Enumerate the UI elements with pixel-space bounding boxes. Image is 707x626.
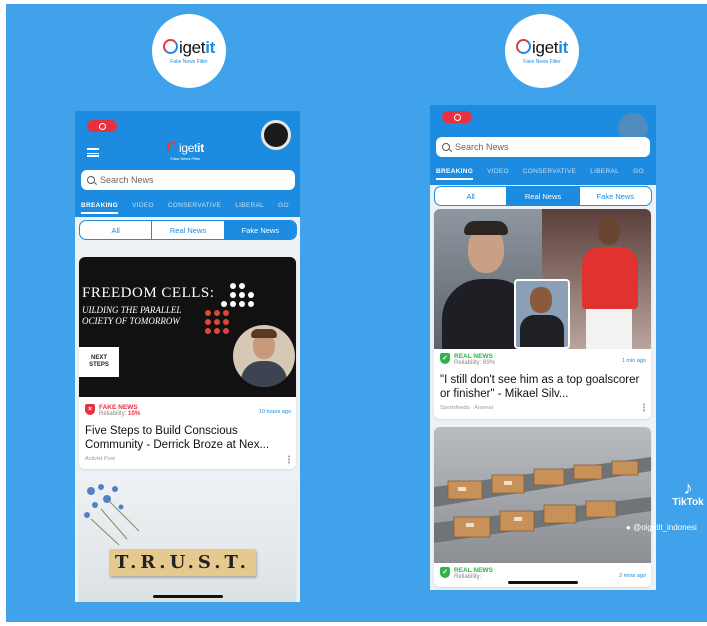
- category-tabs: BREAKING VIDEO CONSERVATIVE LIBERAL GO: [81, 202, 300, 214]
- record-indicator: [442, 111, 472, 123]
- brand-logo-right: igetit Fake News Filter: [505, 14, 579, 88]
- home-indicator: [153, 595, 223, 598]
- filter-real-news[interactable]: Real News: [507, 187, 580, 205]
- news-card[interactable]: T.R.U.S.T.: [79, 479, 296, 602]
- speaker-photo: [233, 325, 295, 387]
- brand-logo-left: igetit Fake News Filter: [152, 14, 226, 88]
- tab-conservative[interactable]: CONSERVATIVE: [523, 168, 576, 180]
- reliability-badge: ✓ REAL NEWS Reliability:: [440, 567, 493, 581]
- search-placeholder: Search News: [455, 142, 509, 152]
- more-options-icon[interactable]: [643, 403, 645, 412]
- tab-breaking[interactable]: BREAKING: [81, 202, 119, 214]
- filter-all[interactable]: All: [435, 187, 508, 205]
- brand-wordmark: igetit: [515, 38, 568, 58]
- news-card[interactable]: ✓ REAL NEWS Reliability: 69% 1 min ago "…: [434, 209, 651, 419]
- card-image: [434, 209, 651, 349]
- real-shield-icon: ✓: [440, 567, 450, 578]
- card-image: T.R.U.S.T.: [79, 479, 296, 602]
- tab-video[interactable]: VIDEO: [132, 202, 154, 214]
- filter-real-news[interactable]: Real News: [152, 221, 225, 239]
- reliability-text: Reliability:: [454, 574, 482, 580]
- inset-photo: [514, 279, 570, 349]
- news-card[interactable]: FREEDOM CELLS: UILDING THE PARALLEL OCIE…: [79, 257, 296, 469]
- search-icon: [87, 176, 95, 184]
- tiktok-icon: ♪: [683, 478, 693, 498]
- search-placeholder: Search News: [100, 175, 154, 185]
- news-filter: All Real News Fake News: [79, 220, 297, 240]
- news-card[interactable]: ✓ REAL NEWS Reliability: 2 mins ago: [434, 427, 651, 587]
- brand-tagline: Fake News Filter: [170, 58, 208, 65]
- user-icon: ●: [626, 523, 631, 532]
- headline[interactable]: "I still don't see him as a top goalscor…: [440, 373, 647, 401]
- header-logo: igetit Fake News Filter: [167, 141, 204, 161]
- tiles-word: T.R.U.S.T.: [109, 549, 256, 576]
- image-brand: NEXT STEPS: [89, 355, 109, 368]
- image-brand-box: NEXT STEPS: [79, 347, 119, 377]
- phone-right: Search News BREAKING VIDEO CONSERVATIVE …: [430, 105, 656, 590]
- phone-left: igetit Fake News Filter Search News BREA…: [75, 111, 300, 602]
- reliability-badge: ✓ REAL NEWS Reliability: 69%: [440, 353, 495, 367]
- headline[interactable]: Five Steps to Build Conscious Community …: [85, 424, 292, 452]
- filter-fake-news[interactable]: Fake News: [224, 221, 296, 239]
- source-label: Activist Post: [85, 456, 115, 462]
- app-header: Search News BREAKING VIDEO CONSERVATIVE …: [430, 105, 656, 185]
- category-tabs: BREAKING VIDEO CONSERVATIVE LIBERAL GO: [436, 168, 656, 180]
- menu-icon[interactable]: [87, 148, 99, 157]
- timestamp: 10 hours ago: [258, 409, 291, 415]
- camera-dot-icon: [261, 120, 291, 150]
- image-subtitle: UILDING THE PARALLEL: [82, 305, 182, 315]
- real-shield-icon: ✓: [440, 353, 450, 364]
- timestamp: 1 min ago: [621, 358, 646, 364]
- search-input[interactable]: Search News: [436, 137, 650, 157]
- record-indicator: [87, 120, 117, 132]
- image-title: FREEDOM CELLS:: [82, 285, 215, 301]
- more-options-icon[interactable]: [288, 455, 290, 464]
- news-filter: All Real News Fake News: [434, 186, 652, 206]
- brand-tagline: Fake News Filter: [523, 58, 561, 65]
- card-image: [434, 427, 651, 563]
- search-icon: [442, 143, 450, 151]
- tab-conservative[interactable]: CONSERVATIVE: [168, 202, 221, 214]
- filter-fake-news[interactable]: Fake News: [580, 187, 651, 205]
- tab-more[interactable]: GO: [633, 168, 644, 180]
- badge-label: FAKE NEWS: [99, 404, 138, 411]
- badge-label: REAL NEWS: [454, 567, 493, 574]
- reliability-badge: × FAKE NEWS Reliability: 10%: [85, 404, 140, 418]
- filter-all[interactable]: All: [80, 221, 153, 239]
- card-image: FREEDOM CELLS: UILDING THE PARALLEL OCIE…: [79, 257, 296, 397]
- search-input[interactable]: Search News: [81, 170, 295, 190]
- tiktok-label: TikTok: [672, 497, 704, 508]
- source-label: Sportsfeeda · Arsenal: [440, 405, 493, 411]
- fake-shield-icon: ×: [85, 404, 95, 415]
- tiktok-handle: ● @oigetit_indonesi: [626, 523, 697, 532]
- tab-video[interactable]: VIDEO: [487, 168, 509, 180]
- tab-liberal[interactable]: LIBERAL: [235, 202, 264, 214]
- tab-liberal[interactable]: LIBERAL: [590, 168, 619, 180]
- conveyor-graphic: [434, 457, 651, 543]
- app-header: igetit Fake News Filter Search News BREA…: [75, 111, 300, 217]
- trust-tiles: T.R.U.S.T.: [109, 549, 256, 576]
- promo-background: igetit Fake News Filter igetit Fake News…: [6, 4, 707, 622]
- tab-breaking[interactable]: BREAKING: [436, 168, 474, 180]
- badge-label: REAL NEWS: [454, 353, 493, 360]
- timestamp: 2 mins ago: [619, 573, 646, 579]
- tiktok-watermark: ♪ TikTok: [666, 479, 707, 508]
- brand-wordmark: igetit: [162, 38, 215, 58]
- flower-graphic: [84, 484, 140, 546]
- tab-more[interactable]: GO: [278, 202, 289, 214]
- image-subtitle: OCIETY OF TOMORROW: [82, 316, 180, 326]
- reliability-text: Reliability: 10%: [99, 411, 141, 417]
- reliability-text: Reliability: 69%: [454, 360, 496, 366]
- home-indicator: [508, 581, 578, 584]
